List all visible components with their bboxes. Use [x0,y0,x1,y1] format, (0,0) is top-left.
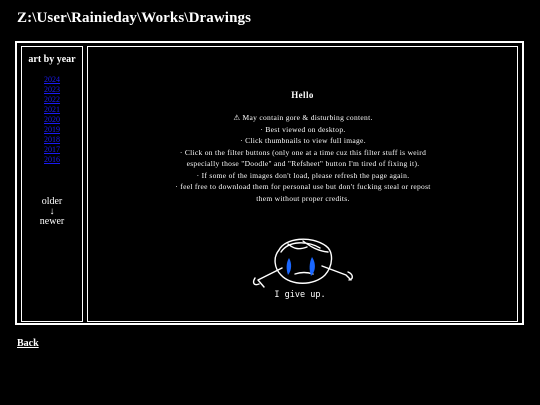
sidebar-title: art by year [28,54,76,65]
year-link[interactable]: 2022 [22,95,82,105]
gore-warning: ⚠ May contain gore & disturbing content. [233,113,373,122]
year-link[interactable]: 2023 [22,85,82,95]
credit-note: · feel free to download them for persona… [175,182,431,203]
doodle-left-arm [252,267,283,288]
year-link[interactable]: 2018 [22,135,82,145]
year-link[interactable]: 2016 [22,155,82,165]
back-link[interactable]: Back [17,338,39,349]
newer-order-button[interactable]: newer [22,216,82,227]
reload-note: · If some of the images don't load, plea… [196,170,410,180]
down-arrow-icon: ↓ [49,206,55,217]
doodle-left-tear-icon [286,258,292,275]
sort-order-controls: older ↓ newer [22,196,82,227]
year-link[interactable]: 2021 [22,105,82,115]
doodle-caption: I give up. [274,290,325,300]
filter-note: · Click on the filter buttons (only one … [179,147,427,169]
thumbnail-note: · Click thumbnails to view full image. [240,136,366,145]
give-up-doodle: I give up. [252,238,353,300]
year-link[interactable]: 2020 [22,115,82,125]
doodle-right-tear-icon [309,257,315,276]
year-link[interactable]: 2017 [22,145,82,155]
page-title: Z:\User\Rainieday\Works\Drawings [17,10,252,26]
year-sidebar: art by year 2024 2023 2022 2021 2020 201… [21,46,83,322]
hello-heading: Hello [291,90,314,100]
desktop-note: · Best viewed on desktop. [260,124,346,134]
gallery-content-panel: Hello ⚠ May contain gore & disturbing co… [87,46,518,322]
year-link[interactable]: 2024 [22,75,82,85]
year-link[interactable]: 2019 [22,125,82,135]
doodle-head-outline [274,238,333,284]
notice-text: ⚠ May contain gore & disturbing content.… [170,112,436,204]
year-link-list: 2024 2023 2022 2021 2020 2019 2018 2017 … [22,75,82,165]
